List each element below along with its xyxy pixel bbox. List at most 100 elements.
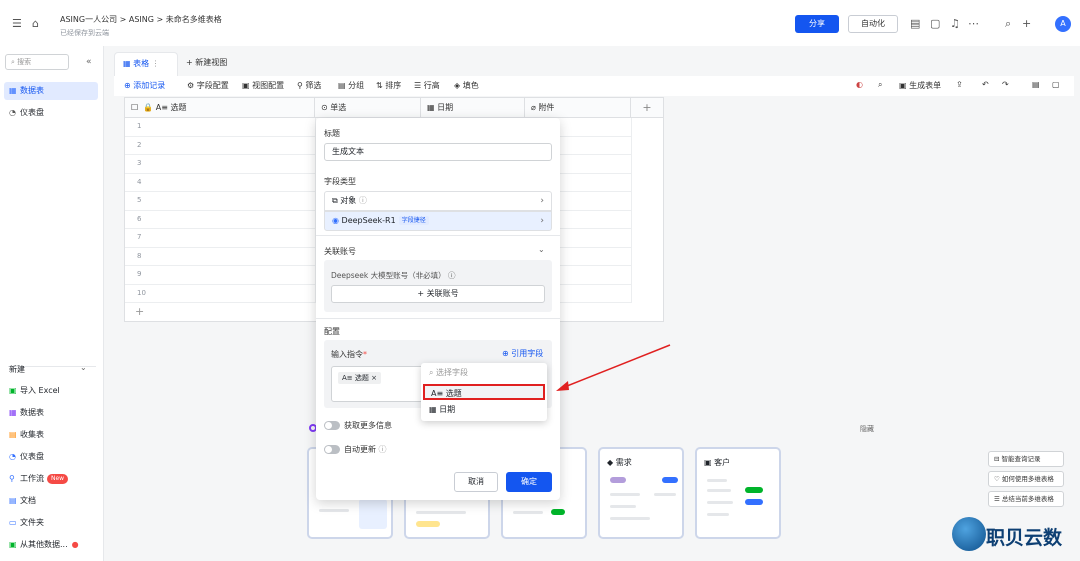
field-search-input[interactable]: ⌕ 选择字段: [423, 365, 545, 381]
new-form[interactable]: ▤ 收集表: [4, 426, 98, 444]
add-row-button[interactable]: +: [135, 305, 144, 318]
smart-query-button[interactable]: ⊟ 智能查询记录: [988, 451, 1064, 467]
auto-update-toggle[interactable]: [324, 445, 340, 454]
column-header-single-select[interactable]: ⊙ 单选: [315, 98, 421, 118]
template-title: ◆ 需求: [607, 458, 632, 467]
comments-icon[interactable]: ▢: [1052, 80, 1060, 89]
field-option-title[interactable]: A≡ 选题: [423, 384, 545, 400]
chevron-down-icon[interactable]: ⌄: [538, 245, 545, 254]
automation-button[interactable]: 自动化: [848, 15, 898, 33]
search-icon[interactable]: ⌕: [878, 80, 882, 90]
more-info-toggle[interactable]: [324, 421, 340, 430]
avatar[interactable]: A: [1055, 16, 1071, 32]
chevron-down-icon[interactable]: ⌄: [80, 363, 87, 372]
group-button[interactable]: ▤ 分组: [338, 80, 364, 91]
dashboard-icon: ◔: [9, 452, 16, 461]
more-info-label: 获取更多信息: [344, 421, 392, 430]
view-config-button[interactable]: ▣ 视图配置: [242, 80, 284, 91]
watermark-logo-icon: [952, 517, 986, 551]
field-type-deepseek[interactable]: ◉ DeepSeek-R1 字段捷径 ›: [324, 211, 552, 231]
kebab-icon[interactable]: ⋮: [152, 59, 160, 68]
import-icon: ▣: [9, 540, 17, 549]
column-header-attachment[interactable]: ⌀ 附件: [525, 98, 631, 118]
confirm-button[interactable]: 确定: [506, 472, 552, 492]
info-icon: ⓘ: [448, 271, 456, 280]
filter-button[interactable]: ⚲ 筛选: [297, 80, 321, 91]
cancel-button[interactable]: 取消: [454, 472, 498, 492]
more-icon[interactable]: ⋯: [968, 17, 979, 30]
bell-icon[interactable]: ♫: [950, 17, 960, 30]
expand-icon[interactable]: ▤: [1032, 80, 1040, 89]
comment-icon[interactable]: ▢: [930, 17, 940, 30]
redo-icon[interactable]: ↷: [1002, 80, 1009, 89]
new-section-label: 新建: [9, 365, 25, 374]
shortcut-tag: 字段捷径: [398, 216, 429, 225]
reference-field-button[interactable]: ⊕ 引用字段: [502, 348, 543, 359]
new-dashboard[interactable]: ◔ 仪表盘: [4, 448, 98, 466]
share-button[interactable]: 分享: [795, 15, 839, 33]
new-import-excel[interactable]: ▣ 导入 Excel: [4, 382, 98, 400]
new-table[interactable]: ▦ 数据表: [4, 404, 98, 422]
new-badge: New: [47, 474, 69, 484]
chevron-right-icon: ›: [540, 196, 544, 206]
breadcrumb[interactable]: ASING一人公司 > ASING > 未命名多维表格: [60, 14, 222, 25]
account-box: Deepseek 大模型账号（非必填） ⓘ + 关联账号: [324, 260, 552, 312]
how-to-use-button[interactable]: ♡ 如何使用多维表格: [988, 471, 1064, 487]
template-card-requirements[interactable]: ◆ 需求: [598, 447, 684, 539]
hide-templates-link[interactable]: 隐藏: [860, 424, 874, 434]
info-icon: ⓘ: [378, 445, 387, 454]
column-header-date[interactable]: ▦ 日期: [421, 98, 525, 118]
new-doc[interactable]: ▤ 文档: [4, 492, 98, 510]
config-label: 配置: [324, 327, 340, 336]
form-icon: ▤: [9, 430, 17, 439]
link-account-button[interactable]: + 关联账号: [331, 285, 545, 303]
home-icon[interactable]: ⌂: [32, 17, 39, 30]
title-input[interactable]: 生成文本: [324, 143, 552, 161]
new-workflow[interactable]: ⚲ 工作流 New: [4, 470, 98, 488]
add-record-button[interactable]: ⊕ 添加记录: [124, 80, 165, 91]
template-title: ▣ 客户: [704, 458, 731, 467]
tab-table[interactable]: ▦ 表格 ⋮: [114, 52, 178, 76]
ai-icon[interactable]: ◐: [856, 80, 863, 89]
search-icon[interactable]: ⌕: [1005, 17, 1011, 31]
fill-color-button[interactable]: ◈ 填色: [454, 80, 479, 91]
field-option-date[interactable]: ▦ 日期: [423, 402, 545, 418]
sort-button[interactable]: ⇅ 排序: [376, 80, 401, 91]
undo-icon[interactable]: ↶: [982, 80, 989, 89]
dashboard-icon: ◔: [9, 108, 16, 117]
top-bar: ☰ ⌂ ASING一人公司 > ASING > 未命名多维表格 已经保存到云端 …: [0, 0, 1080, 46]
field-type-object[interactable]: ⧉ 对象 ⓘ ›: [324, 191, 552, 211]
summarize-button[interactable]: ☰ 总结当前多维表格: [988, 491, 1064, 507]
generate-form-button[interactable]: ▣ 生成表单: [899, 80, 941, 91]
template-card-customers[interactable]: ▣ 客户: [695, 447, 781, 539]
workflow-icon: ⚲: [9, 474, 15, 483]
sidebar-item-table[interactable]: ▦ 数据表: [4, 82, 98, 100]
field-config-panel: 标题 生成文本 字段类型 ⧉ 对象 ⓘ › ◉ DeepSeek-R1 字段捷径 › …: [316, 118, 560, 500]
deepseek-icon: ◉: [332, 216, 339, 225]
annotation-arrow: [556, 344, 671, 391]
doc-icon: ▤: [9, 496, 17, 505]
info-icon: ⓘ: [358, 196, 367, 205]
save-status: 已经保存到云端: [60, 29, 109, 37]
field-config-button[interactable]: ⚙ 字段配置: [187, 80, 229, 91]
search-input[interactable]: ⌕ 搜索: [5, 54, 69, 70]
new-folder[interactable]: ▭ 文件夹: [4, 514, 98, 532]
add-icon[interactable]: +: [1022, 17, 1031, 30]
column-header-title[interactable]: ☐ 🔒 A≡ 选题: [125, 98, 315, 118]
new-view-button[interactable]: + 新建视图: [186, 52, 227, 74]
prompt-label: 输入指令*: [331, 350, 367, 359]
doc-icon[interactable]: ▤: [910, 17, 920, 30]
sidebar: ⌕ 搜索 « ▦ 数据表 ◔ 仪表盘 新建 ⌄ ▣ 导入 Excel ▦ 数据表 ▤ 收集…: [0, 46, 104, 561]
share-icon[interactable]: ⇪: [956, 80, 963, 89]
new-from-other-data[interactable]: ▣ 从其他数据... ●: [4, 536, 98, 554]
add-column-button[interactable]: +: [631, 98, 663, 118]
sidebar-item-dashboard[interactable]: ◔ 仪表盘: [4, 104, 98, 122]
linked-account-label: 关联账号: [324, 247, 356, 256]
prompt-chip[interactable]: A≡ 选题 ×: [338, 372, 381, 384]
sidebar-toggle-icon[interactable]: ☰: [12, 17, 22, 30]
account-hint: Deepseek 大模型账号（非必填） ⓘ: [331, 271, 456, 280]
toolbar: ⊕ 添加记录 ⚙ 字段配置 ▣ 视图配置 ⚲ 筛选 ▤ 分组 ⇅ 排序 ☰ 行高…: [114, 76, 1074, 96]
field-select-dropdown: ⌕ 选择字段 A≡ 选题 ▦ 日期: [421, 363, 547, 421]
row-height-button[interactable]: ☰ 行高: [414, 80, 440, 91]
collapse-icon[interactable]: «: [86, 57, 92, 67]
